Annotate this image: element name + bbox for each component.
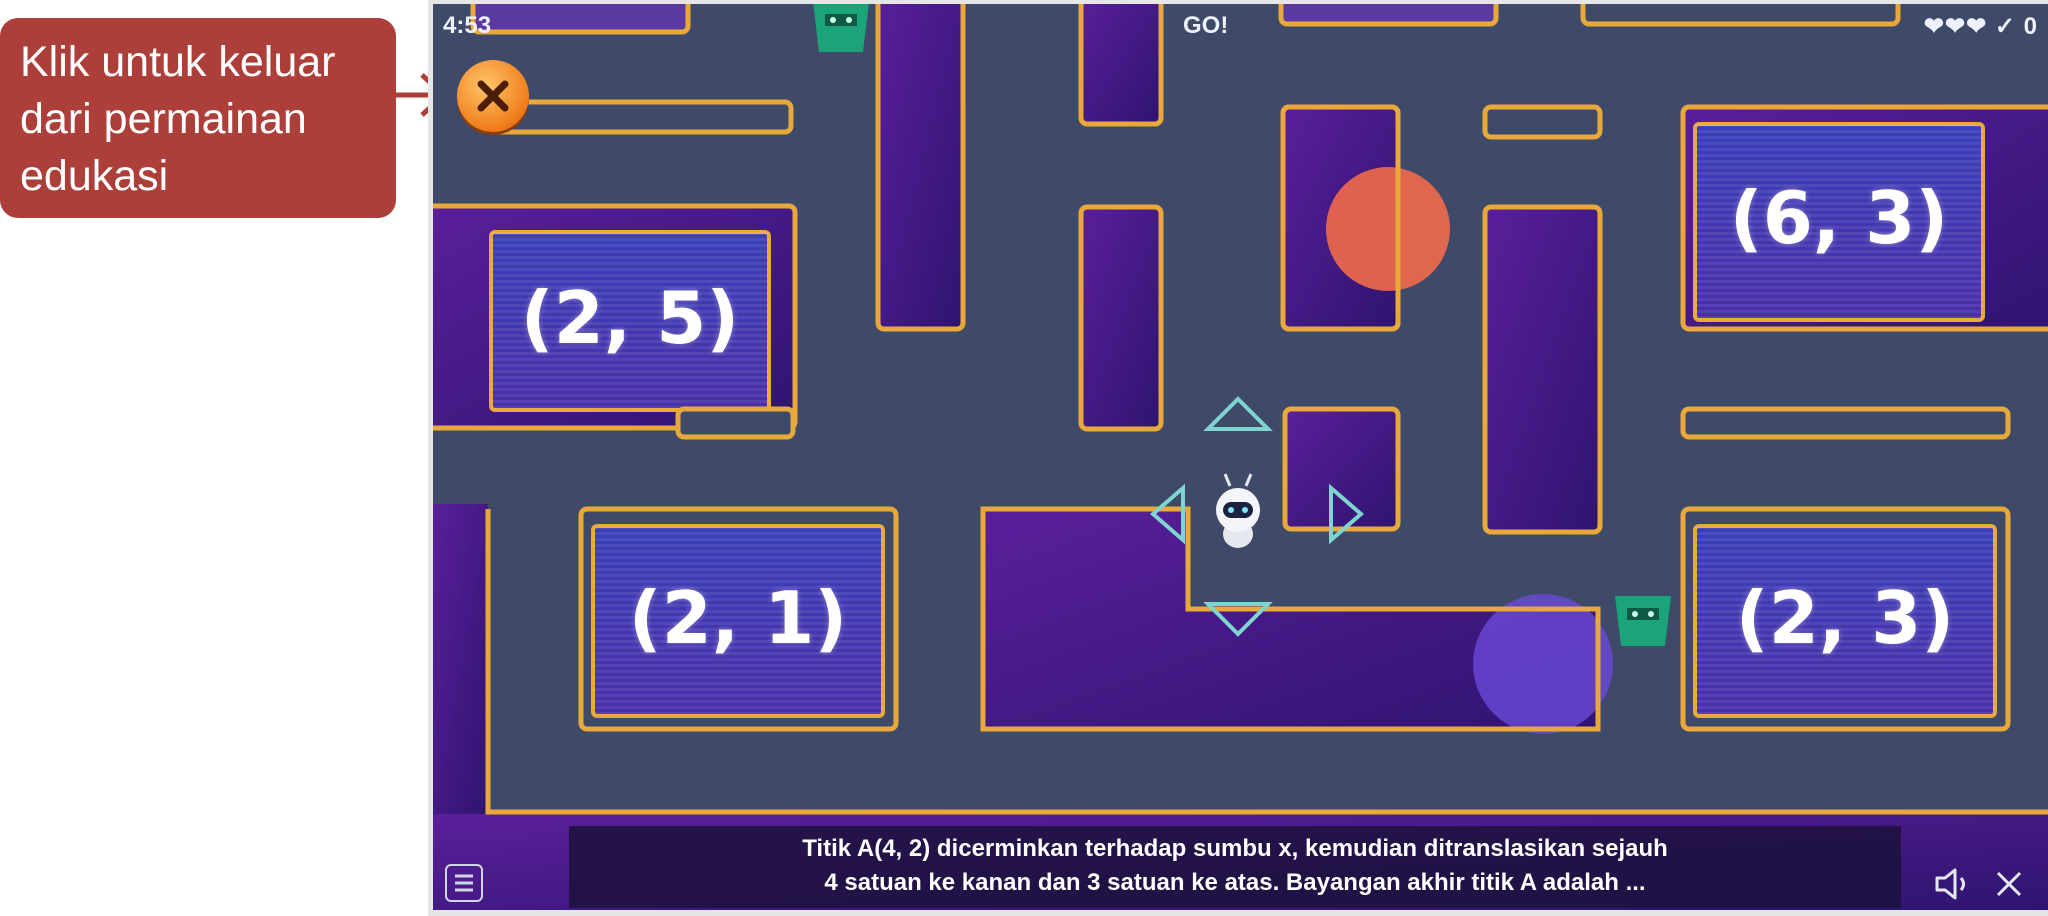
maze-wall <box>1282 406 1401 532</box>
maze-wall <box>675 406 796 440</box>
close-icon[interactable] <box>1993 868 2025 900</box>
maze-wall <box>1482 204 1603 535</box>
planet <box>1473 594 1613 734</box>
exit-hint-callout: Klik untuk keluar dari permainan edukasi <box>0 18 396 218</box>
answer-option-label: (6, 3) <box>1729 176 1949 260</box>
game-status: GO! <box>1183 12 1229 39</box>
maze-wall <box>1680 406 2011 440</box>
space-edge <box>433 504 488 814</box>
answer-option-label: (2, 5) <box>520 276 740 360</box>
game-canvas: (2, 5) (6, 3) (2, 1) (2, 3) 4:53 GO! ❤❤❤… <box>433 4 2048 910</box>
answer-option-label: (2, 3) <box>1735 576 1955 660</box>
move-up-arrow-icon[interactable] <box>1203 396 1273 431</box>
maze-wall <box>1078 204 1164 432</box>
timer: 4:53 <box>443 12 492 39</box>
planet <box>1326 167 1450 291</box>
speaker-icon[interactable] <box>1933 866 1973 902</box>
exit-hint-line: dari permainan <box>20 95 307 143</box>
maze-wall <box>875 4 966 332</box>
question-line: 4 satuan ke kanan dan 3 satuan ke atas. … <box>824 869 1646 896</box>
alien-icon <box>813 4 869 52</box>
question-line: Titik A(4, 2) dicerminkan terhadap sumbu… <box>802 835 1668 862</box>
maze-wall <box>1580 4 1901 27</box>
maze-wall <box>488 99 794 135</box>
lives-score: ❤❤❤ ✓ 0 <box>1923 13 2038 40</box>
exit-hint-text: Klik untuk keluar dari permainan edukasi <box>20 34 396 205</box>
maze-wall <box>1482 104 1603 140</box>
maze-wall <box>470 4 691 35</box>
exit-hint-line: Klik untuk keluar <box>20 38 336 86</box>
close-x-icon <box>477 80 509 112</box>
alien-icon <box>1615 596 1671 646</box>
maze-wall <box>1078 4 1164 127</box>
menu-icon <box>455 874 473 892</box>
menu-button[interactable] <box>445 864 483 902</box>
exit-hint-line: edukasi <box>20 152 169 200</box>
answer-option-label: (2, 1) <box>628 576 848 660</box>
question-box: Titik A(4, 2) dicerminkan terhadap sumbu… <box>569 826 1901 908</box>
exit-game-button[interactable] <box>457 60 529 132</box>
maze-wall <box>1278 4 1499 27</box>
robot-icon <box>1216 473 1260 548</box>
maze <box>433 4 2048 910</box>
